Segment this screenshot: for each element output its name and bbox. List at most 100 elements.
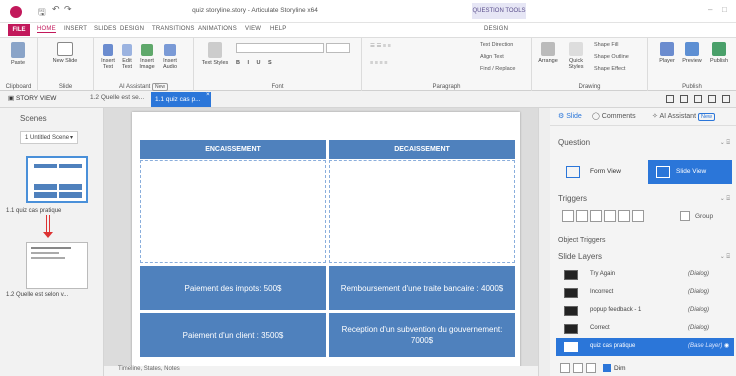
- paste-trigger-icon[interactable]: [604, 210, 616, 222]
- form-view-button[interactable]: Form View: [556, 160, 646, 184]
- view-normal-icon[interactable]: [666, 95, 674, 103]
- view-single-icon[interactable]: [722, 95, 730, 103]
- dim-checkbox[interactable]: [603, 364, 611, 372]
- tab-slide-1-1[interactable]: 1.1 quiz cas p...: [151, 92, 211, 107]
- ai-insert-text-label: Insert Text: [101, 58, 115, 70]
- font-format-icons[interactable]: B I U S: [236, 60, 275, 66]
- close-tab-icon[interactable]: ×: [206, 91, 210, 98]
- ai-insert-audio-button[interactable]: Insert Audio: [160, 44, 180, 70]
- edit-trigger-icon[interactable]: [576, 210, 588, 222]
- layer-item[interactable]: popup feedback - 1 (Dialog): [556, 302, 734, 320]
- align-icons[interactable]: ≡ ≡ ≡ ≡: [370, 60, 387, 66]
- dim-label: Dim: [614, 364, 626, 372]
- text-direction-button[interactable]: Text Direction: [480, 42, 513, 48]
- shape-outline-button[interactable]: Shape Outline: [594, 54, 629, 60]
- clipboard-group-label: Clipboard: [5, 84, 32, 90]
- slide-view-button[interactable]: Slide View: [648, 160, 732, 184]
- tab-ai-assistant[interactable]: ✧ AI Assistant New: [652, 112, 715, 121]
- drag-card-impots[interactable]: Paiement des impots: 500$: [140, 266, 326, 310]
- layer-name: Incorrect: [590, 289, 614, 295]
- tab-view[interactable]: VIEW: [245, 26, 261, 32]
- question-collapse-icon[interactable]: ⌄ ⌸: [720, 139, 730, 147]
- view-stack-icon[interactable]: [708, 95, 716, 103]
- arrange-icon: [541, 42, 555, 56]
- triggers-collapse-icon[interactable]: ⌄ ⌸: [720, 195, 730, 203]
- tab-home[interactable]: HOME: [37, 26, 56, 33]
- new-trigger-icon[interactable]: [562, 210, 574, 222]
- view-notes-icon[interactable]: [694, 95, 702, 103]
- tab-transitions[interactable]: TRANSITIONS: [152, 26, 195, 32]
- tab-design[interactable]: DESIGN: [120, 26, 144, 32]
- canvas-scrollbar[interactable]: [538, 108, 550, 376]
- copy-trigger-icon[interactable]: [590, 210, 602, 222]
- shape-fill-button[interactable]: Shape Fill: [594, 42, 618, 48]
- slide-thumbnail-2[interactable]: [26, 242, 88, 289]
- insert-text-icon: [103, 44, 113, 56]
- tab-animations[interactable]: ANIMATIONS: [198, 26, 237, 32]
- delete-trigger-icon[interactable]: [618, 210, 630, 222]
- drag-card-client[interactable]: Paiement d'un client : 3500$: [140, 313, 326, 357]
- layer-thumbnail: [564, 306, 578, 316]
- preview-icon: [685, 42, 699, 56]
- triggers-section-title: Triggers: [558, 194, 588, 203]
- timeline-states-notes-bar[interactable]: Timeline, States, Notes: [104, 366, 538, 376]
- find-replace-button[interactable]: Find / Replace: [480, 66, 515, 72]
- layer-item[interactable]: Try Again (Dialog): [556, 266, 734, 284]
- layer-name: Try Again: [590, 271, 616, 277]
- tab-slides[interactable]: SLIDES: [94, 26, 117, 32]
- bullets-icon[interactable]: ☰ ☰ ≡ ≡: [370, 43, 391, 49]
- tab-insert[interactable]: INSERT: [64, 26, 87, 32]
- shape-effect-button[interactable]: Shape Effect: [594, 66, 625, 72]
- paste-button[interactable]: Paste: [6, 42, 30, 66]
- font-family-select[interactable]: [236, 43, 324, 53]
- flow-arrowhead: [43, 232, 53, 238]
- form-view-icon: [566, 166, 580, 178]
- drawing-group: Arrange Quick Styles Shape Fill Shape Ou…: [532, 38, 648, 92]
- ai-insert-image-button[interactable]: Insert Image: [138, 44, 156, 70]
- player-button[interactable]: Player: [656, 42, 678, 64]
- group-checkbox[interactable]: [680, 211, 690, 221]
- new-layer-icon[interactable]: [560, 363, 570, 373]
- tab-comments[interactable]: ◯ Comments: [592, 112, 636, 120]
- story-view-tab[interactable]: ▣ STORY VIEW: [8, 94, 56, 102]
- new-slide-button[interactable]: New Slide: [52, 42, 78, 64]
- encaissement-header: ENCAISSEMENT: [140, 140, 326, 159]
- ai-insert-text-button[interactable]: Insert Text: [100, 44, 116, 70]
- move-trigger-icon[interactable]: [632, 210, 644, 222]
- tab-slide-1-2[interactable]: 1.2 Quelle est se...: [90, 94, 144, 101]
- align-text-button[interactable]: Align Text: [480, 54, 504, 60]
- layer-type: (Dialog): [688, 289, 710, 295]
- publish-button[interactable]: Publish: [706, 42, 732, 64]
- font-size-select[interactable]: [326, 43, 350, 53]
- restore-button[interactable]: □: [722, 5, 727, 14]
- tab-slide-props[interactable]: ⚙ Slide: [558, 112, 582, 120]
- duplicate-layer-icon[interactable]: [573, 363, 583, 373]
- scene-select[interactable]: 1 Untitled Scene ▾: [20, 131, 78, 144]
- drag-card-subvention[interactable]: Reception d'un subvention du gouvernemen…: [329, 313, 515, 357]
- view-split-icon[interactable]: [680, 95, 688, 103]
- preview-button[interactable]: Preview: [680, 42, 704, 64]
- text-styles-button[interactable]: Text Styles: [200, 42, 230, 66]
- ai-edit-text-button[interactable]: Edit Text: [119, 44, 135, 70]
- delete-layer-icon[interactable]: [586, 363, 596, 373]
- tab-file[interactable]: FILE: [8, 24, 30, 36]
- ai-assistant-label: AI Assistant: [118, 84, 151, 90]
- group-label: Group: [695, 213, 714, 220]
- tab-help[interactable]: HELP: [270, 26, 286, 32]
- storyline-window: 🖫 ↶ ↷ quiz storyline.story - Articulate …: [0, 0, 736, 376]
- slide-layers-collapse-icon[interactable]: ⌄ ⌸: [720, 253, 730, 261]
- tab-question-design[interactable]: DESIGN: [484, 26, 508, 32]
- drag-card-traite[interactable]: Remboursement d'une traite bancaire : 40…: [329, 266, 515, 310]
- layer-item[interactable]: Incorrect (Dialog): [556, 284, 734, 302]
- quick-styles-button[interactable]: Quick Styles: [564, 42, 588, 70]
- eye-icon[interactable]: ◉: [724, 342, 729, 349]
- slide-thumbnail-1[interactable]: [26, 156, 88, 203]
- encaissement-drop-target[interactable]: [140, 160, 326, 263]
- decaissement-drop-target[interactable]: [329, 160, 515, 263]
- tab-slide-1-1-label: 1.1 quiz cas p...: [155, 96, 201, 103]
- layer-item-base[interactable]: quiz cas pratique (Base Layer) ◉: [556, 338, 734, 356]
- scene-select-value: 1 Untitled Scene: [25, 135, 70, 141]
- layer-item[interactable]: Correct (Dialog): [556, 320, 734, 338]
- minimize-button[interactable]: –: [708, 5, 712, 14]
- arrange-button[interactable]: Arrange: [536, 42, 560, 64]
